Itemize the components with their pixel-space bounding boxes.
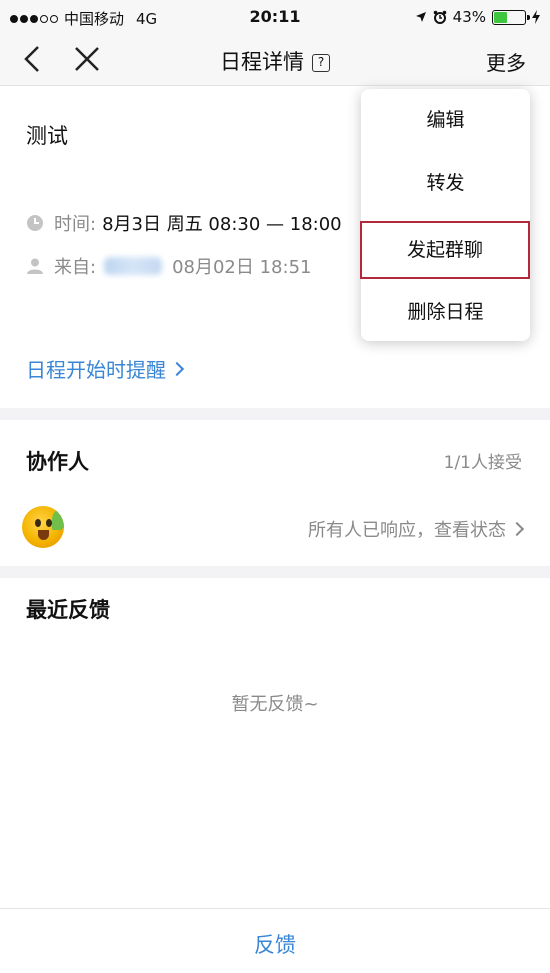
status-bar: 中国移动 4G 20:11 43% bbox=[0, 0, 550, 34]
chevron-right-icon bbox=[169, 361, 185, 376]
creator-name-blurred[interactable] bbox=[104, 257, 163, 275]
help-icon[interactable]: ? bbox=[312, 54, 330, 72]
from-date: 08月02日 18:51 bbox=[172, 257, 312, 278]
reminder-label: 日程开始时提醒 bbox=[26, 358, 166, 382]
avatar[interactable] bbox=[22, 506, 64, 548]
page-title: 日程详情 bbox=[220, 50, 304, 74]
menu-item-edit[interactable]: 编辑 bbox=[361, 89, 530, 152]
response-status-label: 所有人已响应，查看状态 bbox=[308, 520, 506, 541]
person-icon bbox=[27, 258, 43, 274]
event-time-row: 时间: 8月3日 周五 08:30 — 18:00 bbox=[26, 210, 342, 236]
response-status-link[interactable]: 所有人已响应，查看状态 bbox=[308, 516, 525, 542]
collaborators-count: 1/1人接受 bbox=[443, 453, 522, 473]
battery-icon bbox=[492, 9, 530, 25]
section-divider bbox=[0, 566, 550, 578]
from-label: 来自: bbox=[54, 257, 97, 278]
feedback-section-title: 最近反馈 bbox=[26, 598, 110, 622]
empty-feedback-text: 暂无反馈~ bbox=[231, 694, 319, 715]
nav-title-wrap: 日程详情? bbox=[0, 46, 550, 76]
charging-icon bbox=[532, 10, 540, 24]
status-right: 43% bbox=[415, 8, 540, 26]
reminder-link[interactable]: 日程开始时提醒 bbox=[26, 354, 185, 383]
feedback-button[interactable]: 反馈 bbox=[0, 929, 550, 959]
menu-item-start-group-chat[interactable]: 发起群聊 bbox=[360, 221, 530, 279]
chevron-right-icon bbox=[509, 521, 525, 537]
menu-item-forward[interactable]: 转发 bbox=[361, 152, 530, 215]
battery-percent: 43% bbox=[452, 8, 486, 26]
section-divider bbox=[0, 408, 550, 420]
time-value: 8月3日 周五 08:30 — 18:00 bbox=[102, 214, 342, 235]
more-menu: 编辑 转发 发起群聊 删除日程 bbox=[360, 89, 530, 341]
collaborators-title: 协作人 bbox=[26, 450, 89, 474]
alarm-icon bbox=[433, 10, 446, 24]
location-icon bbox=[415, 12, 426, 22]
time-label: 时间: bbox=[54, 214, 97, 235]
event-from-row: 来自: 08月02日 18:51 bbox=[26, 253, 311, 279]
event-title: 测试 bbox=[26, 124, 68, 148]
nav-bar: 日程详情? 更多 bbox=[0, 34, 550, 86]
more-button[interactable]: 更多 bbox=[486, 47, 526, 76]
clock-icon bbox=[27, 215, 43, 231]
bottom-bar: 反馈 bbox=[0, 908, 550, 973]
menu-item-delete-schedule[interactable]: 删除日程 bbox=[361, 283, 530, 341]
